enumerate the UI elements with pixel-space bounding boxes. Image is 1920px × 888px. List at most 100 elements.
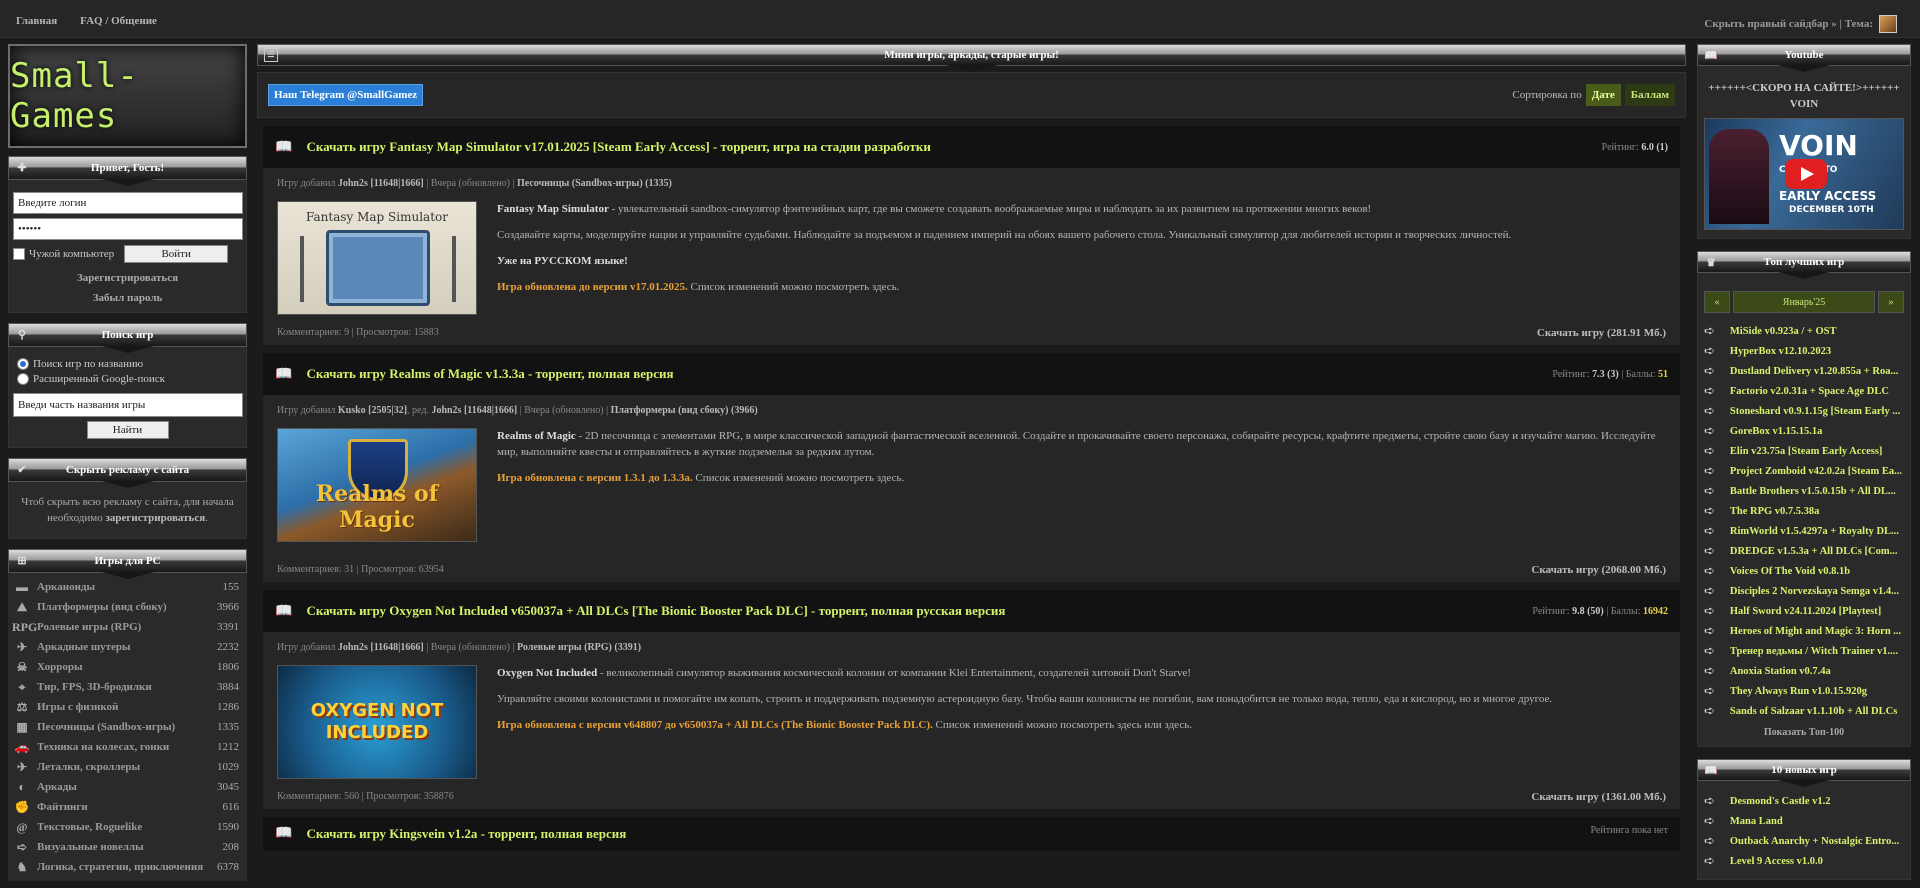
post-title-link[interactable]: Скачать игру Oxygen Not Included v650037…: [306, 603, 1005, 619]
comments-count[interactable]: Комментариев: 560 | Просмотров: 358876: [277, 791, 454, 803]
telegram-button[interactable]: Наш Telegram @SmallGamez: [268, 84, 424, 106]
top-game-name[interactable]: Heroes of Might and Magic 3: Horn ...: [1730, 626, 1904, 637]
new-game-name[interactable]: Desmond's Castle v1.2: [1730, 796, 1904, 807]
category-item[interactable]: ✈ Леталки, скроллеры 1029: [12, 757, 243, 777]
top-game-name[interactable]: Stoneshard v0.9.1.15g [Steam Early ...: [1730, 406, 1904, 417]
top-game-name[interactable]: RimWorld v1.5.4297a + Royalty DL...: [1730, 526, 1904, 537]
top-game-item[interactable]: ➪ Voices Of The Void v0.8.1b: [1704, 561, 1904, 581]
nav-home-link[interactable]: Главная: [16, 15, 57, 27]
editor-link[interactable]: John2s [11648|1666]: [431, 405, 517, 416]
category-item[interactable]: ♞ Логика, стратегии, приключения 6378: [12, 857, 243, 877]
top-game-name[interactable]: Project Zomboid v42.0.2a [Steam Ea...: [1730, 466, 1904, 477]
top-game-item[interactable]: ➪ Disciples 2 Norvezskaya Semga v1.4...: [1704, 581, 1904, 601]
top-game-name[interactable]: Battle Brothers v1.5.0.15b + All DL...: [1730, 486, 1904, 497]
forgot-password-link[interactable]: Забыл пароль: [13, 292, 242, 304]
radio-name-search[interactable]: [17, 358, 29, 370]
category-item[interactable]: 🚗 Техника на колесах, гонки 1212: [12, 737, 243, 757]
download-link[interactable]: Скачать игру (281.91 Мб.): [1537, 327, 1666, 339]
foreign-pc-checkbox[interactable]: [13, 248, 25, 260]
top-game-item[interactable]: ➪ Anoxia Station v0.7.4a: [1704, 661, 1904, 681]
category-item[interactable]: ⛰ Платформеры (вид сбоку) 3966: [12, 597, 243, 617]
category-link[interactable]: Платформеры (вид сбоку) (3966): [611, 405, 758, 416]
top-game-item[interactable]: ➪ Тренер ведьмы / Witch Trainer v1....: [1704, 641, 1904, 661]
search-option-name[interactable]: Поиск игр по названию: [17, 358, 238, 370]
top-game-name[interactable]: Disciples 2 Norvezskaya Semga v1.4...: [1730, 586, 1904, 597]
top-game-item[interactable]: ➪ GoreBox v1.15.15.1a: [1704, 421, 1904, 441]
category-item[interactable]: RPG Ролевые игры (RPG) 3391: [12, 617, 243, 637]
category-item[interactable]: ◐ Аркады 3045: [12, 777, 243, 797]
category-item[interactable]: ⌖ Тир, FPS, 3D-бродилки 3884: [12, 677, 243, 697]
radio-google-search[interactable]: [17, 373, 29, 385]
category-item[interactable]: ⚖ Игры с физикой 1286: [12, 697, 243, 717]
top-game-name[interactable]: Sands of Salzaar v1.1.10b + All DLCs: [1730, 706, 1904, 717]
top-game-item[interactable]: ➪ Heroes of Might and Magic 3: Horn ...: [1704, 621, 1904, 641]
top-game-name[interactable]: Half Sword v24.11.2024 [Playtest]: [1730, 606, 1904, 617]
category-item[interactable]: ➪ Визуальные новеллы 208: [12, 837, 243, 857]
top-game-item[interactable]: ➪ RimWorld v1.5.4297a + Royalty DL...: [1704, 521, 1904, 541]
category-item[interactable]: ▬ Арканоиды 155: [12, 577, 243, 597]
post-image[interactable]: OXYGEN NOT INCLUDED: [277, 665, 477, 779]
download-link[interactable]: Скачать игру (2068.00 Мб.): [1531, 564, 1666, 576]
login-input[interactable]: Введите логин: [13, 192, 243, 214]
search-option-google[interactable]: Расширенный Google-поиск: [17, 373, 238, 385]
top-game-item[interactable]: ➪ The RPG v0.7.5.38a: [1704, 501, 1904, 521]
author-link[interactable]: Kusko [2505|32]: [338, 405, 407, 416]
top-game-name[interactable]: Voices Of The Void v0.8.1b: [1730, 566, 1904, 577]
youtube-video-thumbnail[interactable]: VOIN COMING TO EARLY ACCESS DECEMBER 10T…: [1704, 118, 1904, 230]
new-game-name[interactable]: Outback Anarchy + Nostalgic Entro...: [1730, 836, 1904, 847]
top-game-name[interactable]: They Always Run v1.0.15.920g: [1730, 686, 1904, 697]
comments-count[interactable]: Комментариев: 9 | Просмотров: 15883: [277, 327, 439, 339]
top-game-name[interactable]: MiSide v0.923a / + OST: [1730, 326, 1904, 337]
post-title-link[interactable]: Скачать игру Fantasy Map Simulator v17.0…: [306, 139, 930, 155]
top-game-name[interactable]: Dustland Delivery v1.20.855a + Roa...: [1730, 366, 1904, 377]
post-title-link[interactable]: Скачать игру Kingsvein v1.2a - торрент, …: [306, 826, 626, 842]
category-item[interactable]: ✊ Файтинги 616: [12, 797, 243, 817]
top-game-item[interactable]: ➪ Battle Brothers v1.5.0.15b + All DL...: [1704, 481, 1904, 501]
category-link[interactable]: Песочницы (Sandbox-игры) (1335): [517, 178, 672, 189]
theme-switcher-icon[interactable]: [1879, 15, 1897, 33]
top-game-name[interactable]: DREDGE v1.5.3a + All DLCs [Com...: [1730, 546, 1904, 557]
new-game-name[interactable]: Mana Land: [1730, 816, 1904, 827]
login-button[interactable]: Войти: [124, 245, 229, 263]
new-game-item[interactable]: ➪ Desmond's Castle v1.2: [1704, 791, 1904, 811]
nav-faq-link[interactable]: FAQ / Общение: [80, 15, 157, 27]
top-game-name[interactable]: The RPG v0.7.5.38a: [1730, 506, 1904, 517]
new-game-item[interactable]: ➪ Mana Land: [1704, 811, 1904, 831]
post-title-link[interactable]: Скачать игру Realms of Magic v1.3.3a - т…: [306, 366, 673, 382]
register-link[interactable]: Зарегистрироваться: [13, 272, 242, 284]
top-game-item[interactable]: ➪ They Always Run v1.0.15.920g: [1704, 681, 1904, 701]
top-game-item[interactable]: ➪ HyperBox v12.10.2023: [1704, 341, 1904, 361]
site-logo[interactable]: Small-Games: [8, 44, 247, 148]
author-link[interactable]: John2s [11648|1666]: [338, 178, 424, 189]
youtube-play-icon[interactable]: [1785, 159, 1827, 189]
top-game-item[interactable]: ➪ Factorio v2.0.31a + Space Age DLC: [1704, 381, 1904, 401]
category-item[interactable]: @ Текстовые, Roguelike 1590: [12, 817, 243, 837]
new-game-item[interactable]: ➪ Outback Anarchy + Nostalgic Entro...: [1704, 831, 1904, 851]
update-tail[interactable]: Список изменений можно посмотреть здесь.: [688, 281, 899, 293]
top-game-name[interactable]: Elin v23.75a [Steam Early Access]: [1730, 446, 1904, 457]
post-image[interactable]: Realms of Magic: [277, 428, 477, 542]
top-game-item[interactable]: ➪ Dustland Delivery v1.20.855a + Roa...: [1704, 361, 1904, 381]
top-game-item[interactable]: ➪ Project Zomboid v42.0.2a [Steam Ea...: [1704, 461, 1904, 481]
password-input[interactable]: ••••••: [13, 218, 243, 240]
category-item[interactable]: ☠ Хорроры 1806: [12, 657, 243, 677]
category-item[interactable]: ▦ Песочницы (Sandbox-игры) 1335: [12, 717, 243, 737]
hide-sidebar-link[interactable]: Скрыть правый сайдбар » | Тема:: [1704, 18, 1873, 30]
top-game-item[interactable]: ➪ MiSide v0.923a / + OST: [1704, 321, 1904, 341]
top-game-item[interactable]: ➪ DREDGE v1.5.3a + All DLCs [Com...: [1704, 541, 1904, 561]
top-game-item[interactable]: ➪ Elin v23.75a [Steam Early Access]: [1704, 441, 1904, 461]
search-input[interactable]: Введи часть названия игры: [13, 393, 243, 417]
show-top-100-link[interactable]: Показать Топ-100: [1700, 727, 1908, 738]
new-game-name[interactable]: Level 9 Access v1.0.0: [1730, 856, 1904, 867]
comments-count[interactable]: Комментариев: 31 | Просмотров: 63954: [277, 564, 444, 576]
ads-register-link[interactable]: зарегистрироваться: [105, 512, 205, 524]
top-game-name[interactable]: Factorio v2.0.31a + Space Age DLC: [1730, 386, 1904, 397]
prev-month-button[interactable]: «: [1704, 291, 1730, 313]
top-game-name[interactable]: HyperBox v12.10.2023: [1730, 346, 1904, 357]
post-image[interactable]: Fantasy Map Simulator: [277, 201, 477, 315]
top-game-name[interactable]: GoreBox v1.15.15.1a: [1730, 426, 1904, 437]
top-game-name[interactable]: Тренер ведьмы / Witch Trainer v1....: [1730, 646, 1904, 657]
category-link[interactable]: Ролевые игры (RPG) (3391): [517, 642, 641, 653]
author-link[interactable]: John2s [11648|1666]: [338, 642, 424, 653]
update-tail[interactable]: Список изменений можно посмотреть здесь.: [693, 472, 904, 484]
